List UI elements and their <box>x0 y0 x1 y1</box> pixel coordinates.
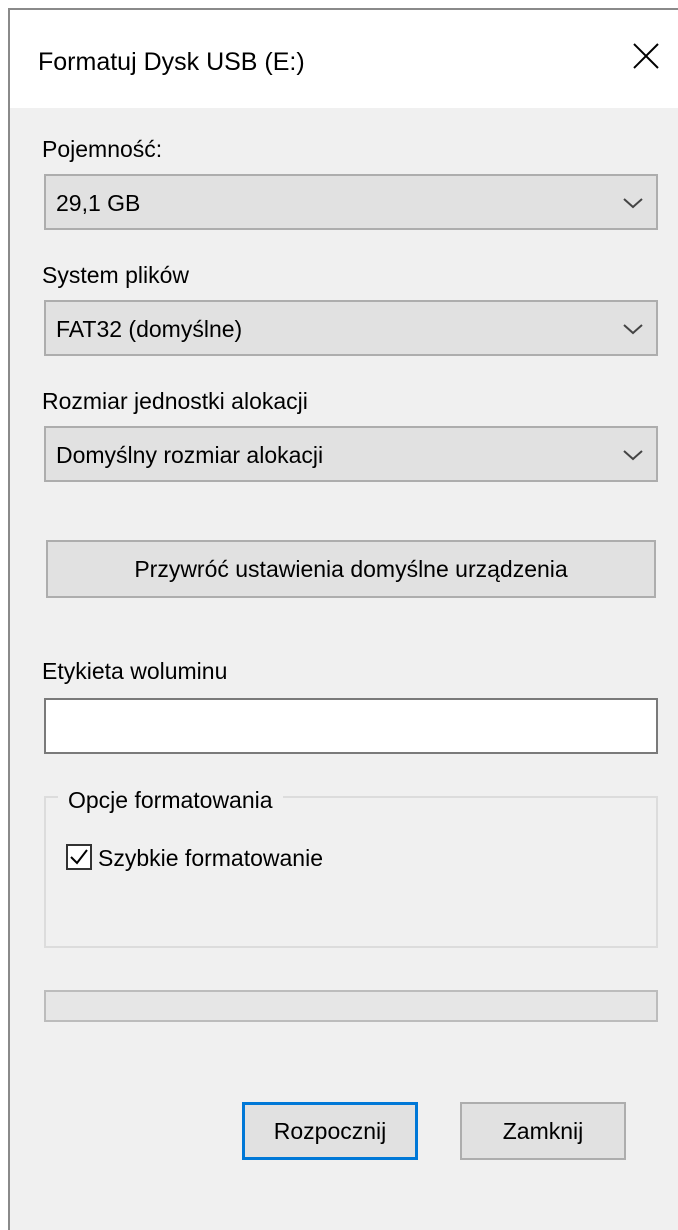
chevron-down-icon <box>622 446 644 464</box>
allocation-select[interactable]: Domyślny rozmiar alokacji <box>44 426 658 482</box>
quick-format-checkbox[interactable] <box>66 844 92 870</box>
dialog-title: Formatuj Dysk USB (E:) <box>38 48 305 76</box>
chevron-down-icon <box>622 194 644 212</box>
allocation-value: Domyślny rozmiar alokacji <box>56 442 324 468</box>
file-system-label: System plików <box>42 262 189 288</box>
format-dialog: Formatuj Dysk USB (E:) Pojemność: 29,1 G… <box>8 8 678 1230</box>
close-button[interactable]: Zamknij <box>460 1102 626 1160</box>
restore-defaults-button[interactable]: Przywróć ustawienia domyślne urządzenia <box>46 540 656 598</box>
file-system-value: FAT32 (domyślne) <box>56 316 243 342</box>
close-icon[interactable] <box>626 36 666 76</box>
quick-format-label[interactable]: Szybkie formatowanie <box>98 845 323 872</box>
start-button[interactable]: Rozpocznij <box>242 1102 418 1160</box>
capacity-select[interactable]: 29,1 GB <box>44 174 658 230</box>
format-options-group <box>44 796 658 948</box>
checkmark-icon <box>70 849 88 865</box>
volume-label-input[interactable] <box>44 698 658 754</box>
format-progress-bar <box>44 990 658 1022</box>
file-system-select[interactable]: FAT32 (domyślne) <box>44 300 658 356</box>
title-bar[interactable]: Formatuj Dysk USB (E:) <box>10 10 678 108</box>
capacity-label: Pojemność: <box>42 136 163 162</box>
format-options-legend: Opcje formatowania <box>58 787 283 814</box>
chevron-down-icon <box>622 320 644 338</box>
volume-label-label: Etykieta woluminu <box>42 658 228 684</box>
capacity-value: 29,1 GB <box>56 190 141 216</box>
allocation-label: Rozmiar jednostki alokacji <box>42 388 308 414</box>
